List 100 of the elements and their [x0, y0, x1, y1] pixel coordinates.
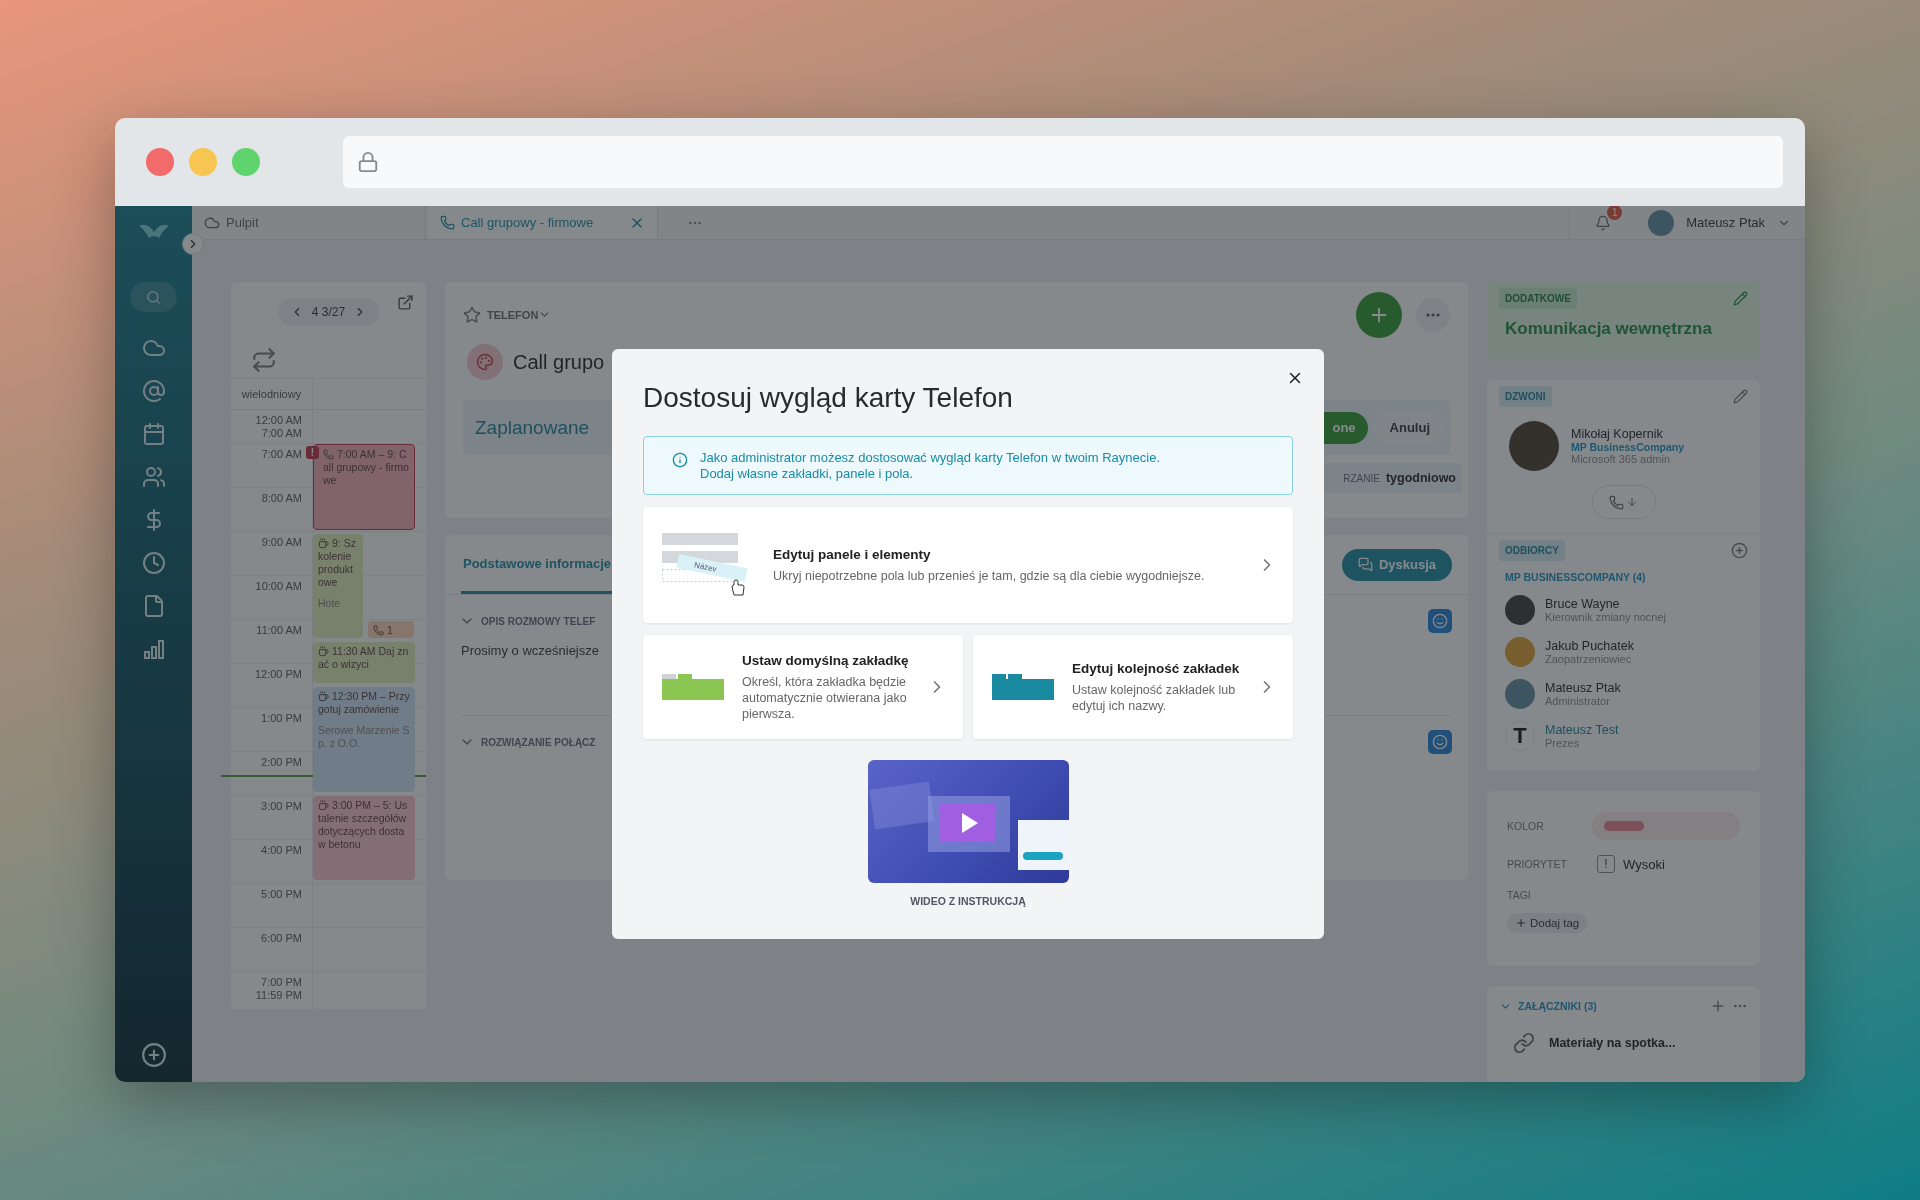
tab[interactable]: Call grupowy - firmowe: [428, 206, 658, 239]
event-text: 3:00 PM – 5: Ustalenie szczegółów dotyczących dostaw betonu: [318, 799, 409, 851]
status-button[interactable]: Anuluj: [1373, 411, 1446, 444]
add-tag-button[interactable]: Dodaj tag: [1507, 913, 1588, 933]
company-name[interactable]: MP BusinessCompany: [1571, 441, 1684, 453]
calendar-event[interactable]: 7:00 AM – 9: Call grupowy - firmowe: [313, 444, 415, 530]
info-text: Jako administrator możesz dostosować wygląd karty Telefon w twoim Raynecie. Dodaj własne zakładki, panele i pola.: [700, 450, 1160, 482]
add-icon[interactable]: [1731, 542, 1748, 559]
star-icon[interactable]: [463, 305, 481, 324]
priority-mark: !: [1597, 855, 1615, 873]
calendar-icon[interactable]: [141, 421, 166, 446]
extra-value: Komunikacja wewnętrzna: [1505, 319, 1713, 339]
option-card[interactable]: Název Edytuj panele i elementy Ukryj niepotrzebne pola lub przenieś je tam, gdzie są dla ciebie wygodniejsze.: [643, 507, 1293, 623]
cup-icon: [318, 691, 329, 702]
phone-icon: [440, 215, 455, 230]
time-label: 6:00 PM: [261, 932, 302, 945]
person-name[interactable]: Mateusz Test: [1545, 723, 1619, 737]
priority-value[interactable]: Wysoki: [1623, 856, 1665, 872]
phone-icon: [323, 449, 334, 460]
lock-icon: [357, 151, 379, 173]
pencil-icon[interactable]: [1733, 389, 1748, 404]
drag-and-drop-drawing: Název: [662, 533, 754, 597]
field-value: tygodniowo: [1385, 471, 1456, 485]
video-caption: WIDEO Z INSTRUKCJĄ: [910, 895, 1026, 907]
time-label: 5:00 PM: [261, 888, 302, 901]
letter-avatar: T: [1505, 721, 1535, 751]
option-description: Ukryj niepotrzebne pola lub przenieś je tam, gdzie są dla ciebie wygodniejsze.: [773, 567, 1206, 584]
option-card[interactable]: Ustaw domyślną zakładkę Określ, która zakładka będzie automatycznie otwierana jako pierwsza.: [643, 635, 963, 739]
discussion-button[interactable]: Dyskusja: [1341, 548, 1452, 581]
time-label: 10:00 AM: [255, 580, 302, 593]
attachment-name[interactable]: Materiały na spotka...: [1549, 1036, 1676, 1050]
section-text: Prosimy o wcześniejsze: [461, 643, 600, 658]
emoji-button[interactable]: [1428, 609, 1452, 633]
video-thumbnail[interactable]: [867, 760, 1069, 883]
option-title: Ustaw domyślną zakładkę: [742, 652, 910, 668]
date-navigator[interactable]: 4 3/27: [277, 298, 380, 325]
record-type[interactable]: TELEFON: [487, 308, 539, 321]
user-name[interactable]: Mateusz Ptak: [1686, 215, 1765, 230]
time-label: 12:00 AM: [255, 414, 302, 427]
emoji-button[interactable]: [1428, 730, 1452, 754]
search-icon: [146, 289, 161, 305]
option-card[interactable]: Edytuj kolejność zakładek Ustaw kolejność zakładek lub edytuj ich nazwy.: [973, 635, 1293, 739]
popout-icon[interactable]: [397, 294, 414, 311]
event-text: 12:30 PM – Przygotuj zamówienie: [318, 690, 410, 716]
calendar-event[interactable]: 3:00 PM – 5: Ustalenie szczegółów dotyczących dostaw betonu: [313, 796, 415, 880]
time-label: 3:00 PM: [261, 800, 302, 813]
status-label: Zaplanowane: [475, 416, 590, 439]
cup-icon: [318, 646, 329, 657]
person-name[interactable]: Jakub Puchatek: [1545, 639, 1634, 653]
plus-icon[interactable]: [1710, 998, 1726, 1014]
at-sign-icon[interactable]: [141, 378, 166, 403]
event-text: 7:00 AM – 9: Call grupowy - firmowe: [323, 448, 409, 487]
tab-label: Call grupowy - firmowe: [461, 215, 595, 230]
section-title: ZAŁĄCZNIKI (3): [1518, 1000, 1597, 1012]
avatar: [1505, 637, 1535, 667]
window-control[interactable]: [146, 148, 174, 176]
event-text: 1: [373, 624, 409, 637]
user-avatar[interactable]: [1648, 209, 1675, 236]
all-day-label: wielodniowy: [241, 387, 302, 400]
folder-icon: [992, 674, 1054, 700]
section-tag: DODATKOWE: [1499, 288, 1577, 309]
smile-icon: [1432, 613, 1448, 629]
alert-badge: !: [306, 446, 319, 459]
date-label: 4 3/27: [311, 304, 346, 319]
time-label: 7:00 AM: [261, 448, 302, 461]
record-title: Call grupo: [513, 350, 605, 374]
field-label: TAGI: [1507, 889, 1532, 901]
more-button[interactable]: [1416, 297, 1450, 332]
option-description: Ustaw kolejność zakładek lub edytuj ich nazwy.: [1072, 681, 1237, 714]
arrow-down-icon: [1626, 496, 1638, 508]
plus-icon: [1515, 917, 1527, 929]
field-label: RZANIE: [1343, 472, 1380, 484]
calendar-event[interactable]: 11:30 AM Daj znać o wizyci: [313, 642, 415, 683]
people-icon[interactable]: [141, 464, 166, 489]
person-name[interactable]: Mikołaj Kopernik: [1571, 427, 1684, 441]
person-name[interactable]: Mateusz Ptak: [1545, 681, 1621, 695]
avatar: [1509, 421, 1559, 471]
time-label: 7:00 PM: [261, 976, 302, 989]
person-name[interactable]: Bruce Wayne: [1545, 597, 1667, 611]
option-description: Określ, która zakładka będzie automatycznie otwierana jako pierwsza.: [742, 673, 908, 722]
window-control[interactable]: [232, 148, 260, 176]
phone-icon: [1609, 494, 1624, 510]
time-label: 8:00 AM: [261, 492, 302, 505]
info-icon: [672, 452, 688, 468]
color-picker[interactable]: [1592, 812, 1740, 840]
modal-title: Dostosuj wygląd karty Telefon: [643, 382, 1014, 414]
call-button[interactable]: [1591, 485, 1656, 519]
pencil-icon[interactable]: [1733, 291, 1748, 306]
phone-icon: [373, 625, 384, 636]
repeat-icon[interactable]: [251, 346, 277, 373]
time-label: 11:59 PM: [255, 989, 302, 1002]
clock-icon[interactable]: [141, 550, 166, 575]
section-tag: ODBIORCY: [1499, 540, 1565, 561]
cup-icon: [318, 800, 329, 811]
cup-icon: [318, 538, 329, 549]
calendar-event[interactable]: 1: [368, 621, 414, 638]
field-label: KOLOR: [1507, 820, 1545, 832]
event-text: 9: Szkolenie produktowe: [318, 537, 357, 589]
add-button[interactable]: [1356, 291, 1402, 338]
time-label: 12:00 PM: [254, 668, 302, 681]
